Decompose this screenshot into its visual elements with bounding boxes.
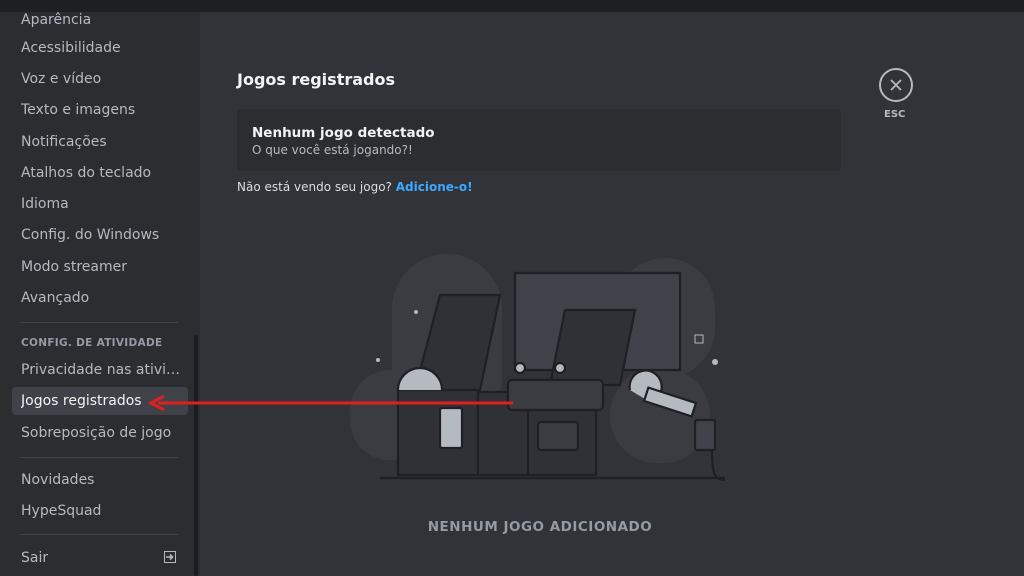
sidebar-scrollbar[interactable] xyxy=(194,335,198,576)
sidebar-item-language[interactable]: Idioma xyxy=(12,190,188,218)
sidebar-item-windows-settings[interactable]: Config. do Windows xyxy=(12,221,188,249)
sidebar-item-text-images[interactable]: Texto e imagens xyxy=(12,96,188,124)
sidebar-item-streamer-mode[interactable]: Modo streamer xyxy=(12,253,188,281)
sidebar-item-whats-new[interactable]: Novidades xyxy=(12,466,188,494)
close-icon xyxy=(890,79,902,91)
sidebar-item-voice-video[interactable]: Voz e vídeo xyxy=(12,65,188,93)
sidebar-item-advanced[interactable]: Avançado xyxy=(12,284,188,312)
sidebar-item-activity-privacy[interactable]: Privacidade nas atividades xyxy=(12,356,188,384)
sidebar-divider xyxy=(20,322,178,323)
sidebar-section-activity-header: CONFIG. DE ATIVIDADE xyxy=(21,337,163,349)
detected-game-card: Nenhum jogo detectado O que você está jo… xyxy=(237,109,841,171)
add-game-prompt: Não está vendo seu jogo? Adicione-o! xyxy=(237,180,473,194)
esc-label: ESC xyxy=(884,109,906,120)
sidebar-item-logout[interactable]: Sair xyxy=(12,544,188,572)
sidebar-divider xyxy=(20,457,178,458)
sidebar-item-keybinds[interactable]: Atalhos do teclado xyxy=(12,159,188,187)
annotation-arrow xyxy=(148,395,513,411)
empty-state-text: NENHUM JOGO ADICIONADO xyxy=(427,519,653,535)
detected-game-title: Nenhum jogo detectado xyxy=(252,125,435,141)
sidebar-item-game-overlay[interactable]: Sobreposição de jogo xyxy=(12,419,188,447)
sidebar-item-notifications[interactable]: Notificações xyxy=(12,128,188,156)
settings-sidebar: Aparência Acessibilidade Voz e vídeo Tex… xyxy=(0,12,200,576)
detected-game-subtitle: O que você está jogando?! xyxy=(252,143,413,157)
page-title: Jogos registrados xyxy=(237,70,395,89)
sidebar-item-appearance[interactable]: Aparência xyxy=(12,6,188,34)
add-game-prompt-text: Não está vendo seu jogo? xyxy=(237,180,392,194)
arcade-illustration xyxy=(350,254,726,482)
logout-icon xyxy=(164,551,176,563)
sidebar-item-hypesquad[interactable]: HypeSquad xyxy=(12,497,188,525)
main-content: Jogos registrados Nenhum jogo detectado … xyxy=(200,12,1024,576)
sidebar-divider xyxy=(20,534,178,535)
close-settings-button[interactable] xyxy=(879,68,913,102)
add-game-link[interactable]: Adicione-o! xyxy=(396,180,473,194)
sidebar-item-accessibility[interactable]: Acessibilidade xyxy=(12,34,188,62)
